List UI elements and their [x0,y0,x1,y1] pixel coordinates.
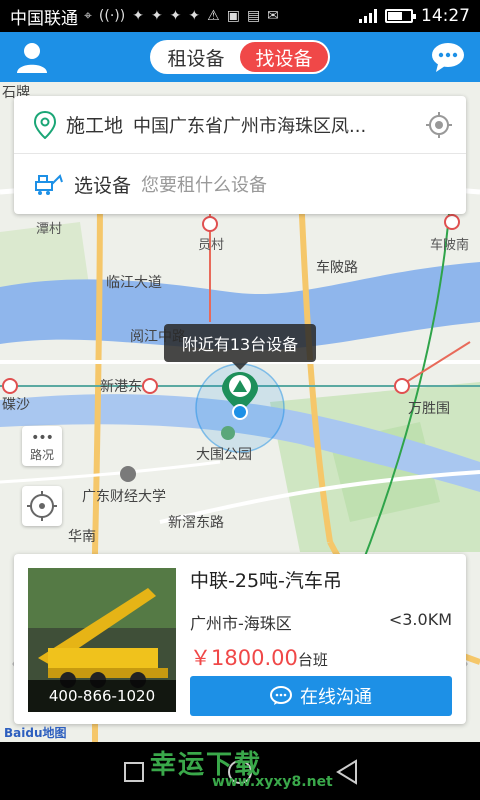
map-label: 大围公园 [196,447,252,463]
carrier-name: 中国联通 [10,8,78,29]
site-label: 施工地 [66,115,124,137]
price-value: ￥1800.00 [190,646,298,670]
wechat-icon: ✦ [188,8,201,24]
equipment-location: 广州市-海珠区 [190,614,292,633]
watermark-url: www.xyxy8.net [212,774,333,790]
equipment-name: 中联-25吨-汽车吊 [190,570,342,592]
location-icon: ⌖ [84,8,92,24]
user-icon[interactable] [14,40,50,74]
map-label: 碟沙 [2,397,30,413]
map-label: 广东财经大学 [82,489,166,505]
chat-bubble-icon [270,686,292,705]
hotspot-icon: ((·)) [98,8,126,24]
nearby-count-tooltip: 附近有13台设备 [164,324,316,370]
equipment-photo: 400-866-1020 [28,568,176,712]
search-card: 施工地 中国广东省广州市海珠区凤... 选设备 您要租什么设备 [14,96,466,214]
title-bar: 租设备 找设备 [0,32,480,82]
baidu-logo: Baidu地图 [4,726,67,740]
map-label: 新港东 [100,379,142,395]
pin-icon [34,110,56,139]
map-label: 华南 [68,529,96,545]
map-view[interactable]: 潭村 员村 车陂南 临江大道 车陂路 阅江中路 新港东 碟沙 万胜围 大围公园 … [0,82,480,742]
equipment-input[interactable]: 您要租什么设备 [141,171,267,197]
excavator-icon [35,174,63,195]
notification-icons: ⌖ ((·)) ✦ ✦ ✦ ✦ ⚠ ▣ ▤ ✉ [84,8,279,24]
battery-icon [385,9,416,23]
mail-icon: ✉ [267,8,279,24]
back-icon[interactable] [334,758,360,786]
warning-icon: ⚠ [207,8,220,24]
online-chat-button[interactable]: 在线沟通 [190,676,452,716]
status-bar: 中国联通 ⌖ ((·)) ✦ ✦ ✦ ✦ ⚠ ▣ ▤ ✉ 14:27 [0,0,480,32]
wechat-icon: ✦ [150,8,163,24]
map-label: 员村 [198,238,225,253]
locate-icon[interactable] [426,111,452,138]
map-label: 车陂南 [430,238,470,253]
price-unit: 台班 [297,651,328,669]
wechat-icon: ✦ [169,8,182,24]
online-chat-label: 在线沟通 [300,687,372,708]
recent-apps-icon[interactable] [122,760,146,784]
equipment-row[interactable]: 选设备 您要租什么设备 [14,155,466,213]
wechat-icon: ✦ [132,8,144,24]
mode-switch: 租设备 找设备 [150,40,330,74]
equipment-card[interactable]: 400-866-1020 中联-25吨-汽车吊 广州市-海珠区 <3.0KM ￥… [14,554,466,724]
map-label: 万胜围 [408,401,450,417]
tab-rent-out[interactable]: 租设备 [152,42,240,72]
traffic-label: 路况 [29,447,54,462]
tab-find-equipment[interactable]: 找设备 [240,42,328,72]
traffic-icon: ••• [31,429,54,446]
equipment-label: 选设备 [74,174,132,197]
my-location-button[interactable] [22,486,62,526]
keyboard-icon: ▤ [246,8,261,24]
equipment-price: ￥1800.00台班 [190,642,328,672]
signal-icon [359,9,377,23]
message-icon[interactable] [430,40,466,74]
map-label: 临江大道 [106,275,162,291]
image-icon: ▣ [226,8,240,24]
site-address: 中国广东省广州市海珠区凤... [133,115,367,137]
map-label: 新滘东路 [168,515,224,531]
crosshair-icon [27,491,57,521]
map-label: 潭村 [36,222,63,237]
android-nav-bar: 幸运下载 www.xyxy8.net [0,742,480,800]
clock: 14:27 [421,6,470,26]
site-row[interactable]: 施工地 中国广东省广州市海珠区凤... [14,96,466,154]
traffic-button[interactable]: ••• 路况 [22,426,62,466]
phone-number[interactable]: 400-866-1020 [28,680,176,712]
equipment-distance: <3.0KM [388,610,452,629]
map-label: 车陂路 [316,260,358,276]
